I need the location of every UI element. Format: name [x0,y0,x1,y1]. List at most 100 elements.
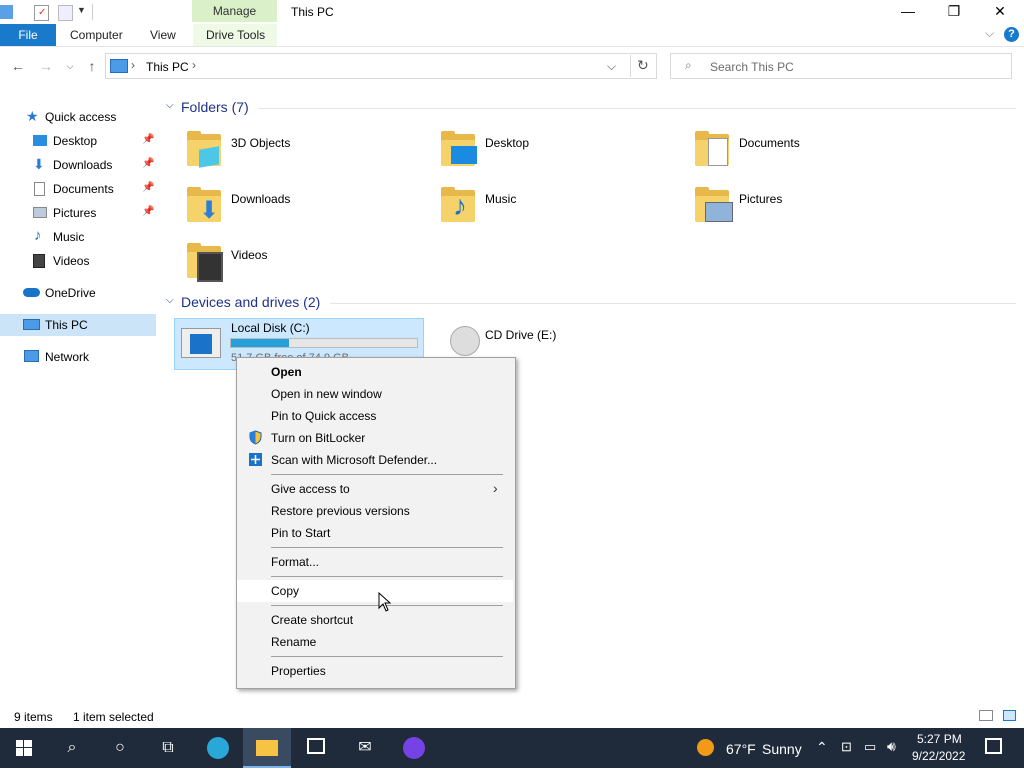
folder-videos[interactable]: Videos [185,240,415,292]
manage-tab[interactable]: Manage [192,0,277,22]
clock-date[interactable]: 9/22/2022 [912,749,965,763]
folder-pictures[interactable]: Pictures [693,184,923,236]
menu-item-bitlocker[interactable]: Turn on BitLocker [237,427,513,449]
store-icon[interactable] [292,728,340,768]
address-divider [630,55,631,77]
folder-icon: ⬇ [185,184,225,224]
cortana-icon[interactable]: ○ [96,728,144,768]
menu-item-open-new-window[interactable]: Open in new window [237,383,513,405]
breadcrumb-chevron[interactable]: › [192,58,196,72]
sidebar-item-onedrive[interactable]: OneDrive [0,282,156,304]
customize-qat-icon[interactable]: ▼ [77,5,86,15]
devices-group-header[interactable]: Devices and drives (2) [181,294,320,310]
sidebar-item-pictures[interactable]: Pictures 📌 [0,202,156,224]
computer-icon[interactable] [0,5,13,19]
address-bar[interactable]: › This PC › ⌵ ↻ [105,53,657,79]
weather-desc[interactable]: Sunny [762,741,802,757]
forward-button[interactable]: → [36,56,56,76]
sidebar-item-music[interactable]: ♪ Music [0,226,156,248]
tab-file[interactable]: File [0,24,56,46]
firefox-icon[interactable] [390,728,438,768]
menu-item-label: Rename [271,635,317,649]
folder-desktop[interactable]: Desktop [439,128,669,180]
notifications-icon[interactable] [985,738,1002,754]
taskbar: ⌕ ○ ⧉ ✉ 67°F Sunny ⌃ ⊡ ▭ 🔊︎ 5:27 PM 9/22… [0,728,1024,768]
qat-divider [92,4,93,20]
mail-icon[interactable]: ✉ [341,728,389,768]
pin-icon[interactable]: 📌 [142,206,154,217]
collapse-folders-icon[interactable]: ⌵ [166,100,174,111]
menu-item-open[interactable]: Open [237,361,513,383]
pin-icon[interactable]: 📌 [142,182,154,193]
menu-item-label: Format... [271,555,320,569]
edge-icon[interactable] [194,728,242,768]
drive-usage-bar [230,338,418,348]
sidebar-item-documents[interactable]: Documents 📌 [0,178,156,200]
show-hidden-icons-icon[interactable]: ⌃ [816,739,828,756]
folder-3d-objects[interactable]: 3D Objects [185,128,415,180]
tab-view[interactable]: View [150,24,176,46]
close-button[interactable]: ✕ [977,0,1023,24]
menu-item-restore-versions[interactable]: Restore previous versions [237,500,513,522]
maximize-button[interactable]: ❐ [931,0,977,24]
menu-item-copy[interactable]: Copy [237,580,513,602]
pin-icon[interactable]: 📌 [142,134,154,145]
network-icon[interactable]: ▭ [864,739,876,755]
sidebar-item-label: Documents [53,182,114,196]
tab-computer[interactable]: Computer [70,24,123,46]
expand-ribbon-icon[interactable]: ⌵ [985,26,994,41]
new-folder-icon[interactable] [58,5,73,21]
clock-time[interactable]: 5:27 PM [917,732,962,746]
submenu-arrow-icon: › [493,480,498,496]
file-explorer-icon[interactable] [243,728,291,768]
folder-name: Music [485,192,517,206]
menu-separator [271,547,503,548]
menu-item-give-access[interactable]: Give access to › [237,478,513,500]
volume-icon[interactable]: 🔊︎ [887,738,896,755]
menu-separator [271,576,503,577]
tab-drive-tools[interactable]: Drive Tools [206,24,265,46]
sidebar-item-this-pc[interactable]: This PC [0,314,156,336]
folder-downloads[interactable]: ⬇ Downloads [185,184,415,236]
sidebar-item-desktop[interactable]: Desktop 📌 [0,130,156,152]
refresh-icon[interactable]: ↻ [637,57,649,74]
menu-item-rename[interactable]: Rename [237,631,513,653]
menu-item-defender[interactable]: Scan with Microsoft Defender... [237,449,513,471]
menu-item-pin-start[interactable]: Pin to Start [237,522,513,544]
menu-item-create-shortcut[interactable]: Create shortcut [237,609,513,631]
sidebar-item-network[interactable]: Network [0,346,156,368]
collapse-devices-icon[interactable]: ⌵ [166,295,174,306]
folder-music[interactable]: ♪ Music [439,184,669,236]
sidebar-item-videos[interactable]: Videos [0,250,156,272]
properties-icon[interactable]: ✓ [34,5,49,21]
back-button[interactable]: ← [8,56,28,76]
start-button[interactable] [0,728,48,768]
weather-temp[interactable]: 67°F [726,741,756,757]
task-view-icon[interactable]: ⧉ [144,728,192,768]
drive-name: Local Disk (C:) [231,321,310,335]
folder-documents[interactable]: Documents [693,128,923,180]
sidebar-item-label: OneDrive [45,286,96,300]
details-view-icon[interactable] [979,710,993,721]
up-button[interactable]: ↑ [82,56,102,76]
menu-item-pin-quick-access[interactable]: Pin to Quick access [237,405,513,427]
help-icon[interactable]: ? [1004,27,1019,42]
breadcrumb-separator[interactable]: › [131,58,135,72]
search-input[interactable]: ⌕ Search This PC [670,53,1012,79]
weather-icon[interactable] [697,739,714,756]
pin-icon[interactable]: 📌 [142,158,154,169]
minimize-button[interactable]: — [885,0,931,24]
sidebar-item-downloads[interactable]: ⬇ Downloads 📌 [0,154,156,176]
meet-now-icon[interactable]: ⊡ [841,739,852,755]
sidebar-item-label: Downloads [53,158,113,172]
recent-locations-icon[interactable]: ⌵ [60,56,80,76]
breadcrumb-this-pc[interactable]: This PC [146,60,189,74]
address-dropdown-icon[interactable]: ⌵ [607,59,616,74]
menu-item-format[interactable]: Format... [237,551,513,573]
folders-group-header[interactable]: Folders (7) [181,99,249,115]
sidebar-item-quick-access[interactable]: ★ Quick access [0,106,156,128]
search-icon[interactable]: ⌕ [48,728,96,768]
menu-item-properties[interactable]: Properties [237,660,513,682]
large-icons-view-icon[interactable] [1003,710,1016,721]
this-pc-icon [23,319,40,330]
